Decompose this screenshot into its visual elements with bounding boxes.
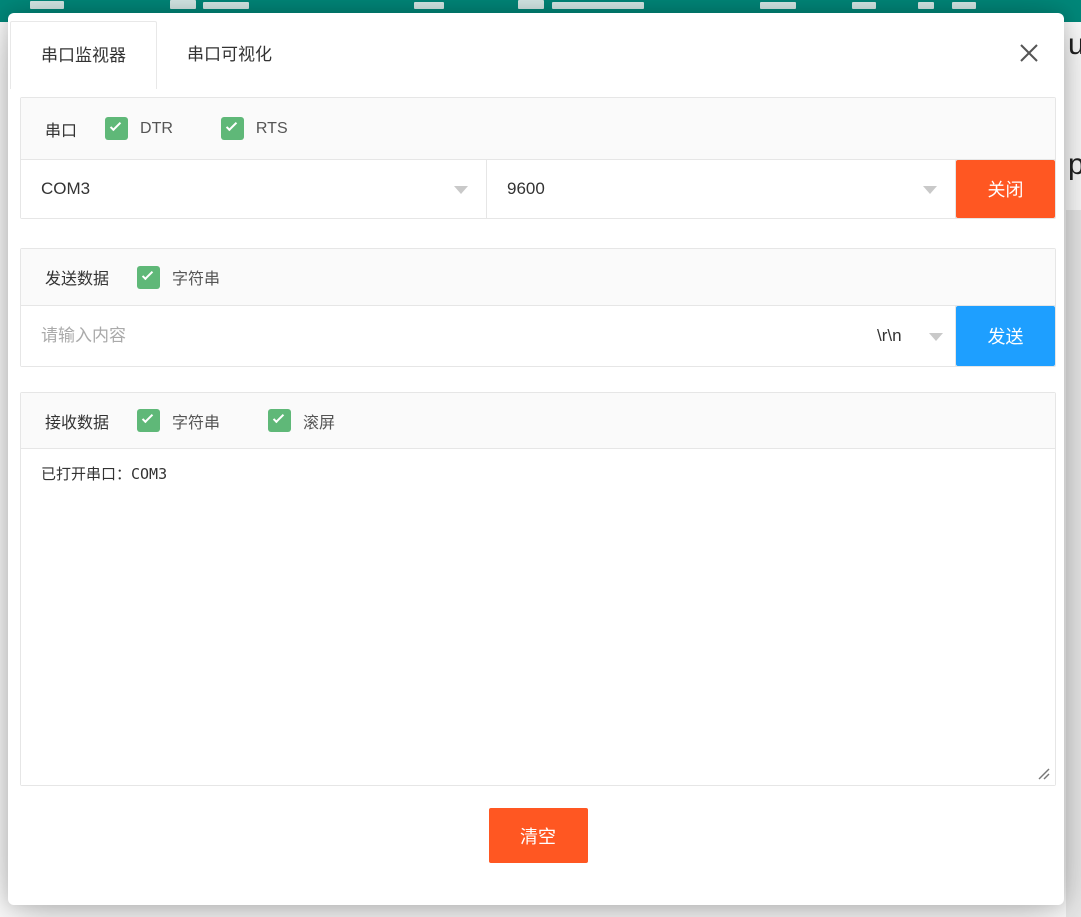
baud-select[interactable]: 9600 — [487, 160, 956, 218]
toolbar-fragment — [30, 1, 64, 9]
serial-monitor-dialog: 串口监视器 串口可视化 串口 DTR — [8, 13, 1064, 905]
background-page-text: p — [1068, 150, 1081, 180]
line-ending-select[interactable]: \r\n — [863, 306, 956, 366]
toolbar-fragment — [852, 2, 876, 9]
receive-data-header: 接收数据 字符串 滚屏 — [21, 393, 1055, 449]
tab-serial-visualization[interactable]: 串口可视化 — [157, 21, 302, 89]
toolbar-fragment — [518, 0, 544, 9]
toolbar-fragment — [918, 2, 934, 9]
send-data-header: 发送数据 字符串 — [21, 249, 1055, 306]
dtr-checkbox[interactable] — [105, 117, 128, 140]
toolbar-fragment — [170, 0, 196, 9]
port-select-value: COM3 — [41, 179, 90, 199]
toolbar-fragment — [760, 2, 796, 9]
check-icon — [110, 120, 121, 131]
serial-port-label: 串口 — [45, 117, 77, 141]
dtr-checkbox-group: DTR — [105, 117, 173, 140]
dialog-tabs: 串口监视器 串口可视化 — [10, 21, 302, 89]
receive-data-label: 接收数据 — [45, 409, 109, 433]
close-icon[interactable] — [1016, 40, 1042, 66]
toolbar-fragment — [552, 2, 644, 9]
autoscroll-label: 滚屏 — [303, 409, 335, 433]
receive-string-label: 字符串 — [172, 409, 220, 433]
check-icon — [273, 412, 284, 423]
clear-button-row: 清空 — [20, 808, 1056, 863]
check-icon — [142, 412, 153, 423]
tab-serial-monitor[interactable]: 串口监视器 — [10, 21, 157, 89]
check-icon — [226, 120, 237, 131]
autoscroll-checkbox[interactable] — [268, 409, 291, 432]
chevron-down-icon — [454, 186, 468, 194]
send-data-label: 发送数据 — [45, 265, 109, 289]
receive-output[interactable]: 已打开串口：COM3 — [21, 449, 1055, 785]
rts-checkbox-group: RTS — [221, 117, 288, 140]
send-input[interactable] — [21, 306, 863, 366]
send-button[interactable]: 发送 — [956, 306, 1055, 366]
background-scrollbar — [1066, 210, 1081, 917]
rts-label: RTS — [256, 120, 288, 138]
screen: u p 串口监视器 串口可视化 串口 — [0, 0, 1081, 917]
serial-port-row: COM3 9600 关闭 — [21, 160, 1055, 218]
send-string-checkbox-group: 字符串 — [137, 265, 220, 289]
baud-select-value: 9600 — [507, 179, 545, 199]
rts-checkbox[interactable] — [221, 117, 244, 140]
receive-string-checkbox-group: 字符串 — [137, 409, 220, 433]
serial-port-section: 串口 DTR RTS — [20, 97, 1056, 219]
chevron-down-icon — [929, 333, 943, 341]
clear-button[interactable]: 清空 — [489, 808, 588, 863]
receive-string-checkbox[interactable] — [137, 409, 160, 432]
send-string-checkbox[interactable] — [137, 266, 160, 289]
resize-handle-icon[interactable] — [1037, 767, 1050, 780]
toolbar-fragment — [414, 2, 444, 9]
serial-port-header: 串口 DTR RTS — [21, 98, 1055, 160]
send-data-row: \r\n 发送 — [21, 306, 1055, 366]
toolbar-fragment — [952, 2, 976, 9]
close-port-button[interactable]: 关闭 — [956, 160, 1055, 218]
chevron-down-icon — [923, 186, 937, 194]
send-data-section: 发送数据 字符串 \r\n 发送 — [20, 248, 1056, 367]
toolbar-fragment — [203, 2, 249, 9]
receive-data-section: 接收数据 字符串 滚屏 已打开串口：COM3 — [20, 392, 1056, 786]
background-page-text: u — [1068, 30, 1081, 60]
autoscroll-checkbox-group: 滚屏 — [268, 409, 335, 433]
line-ending-value: \r\n — [877, 326, 902, 346]
check-icon — [142, 268, 153, 279]
dtr-label: DTR — [140, 120, 173, 138]
port-select[interactable]: COM3 — [21, 160, 487, 218]
send-string-label: 字符串 — [172, 265, 220, 289]
